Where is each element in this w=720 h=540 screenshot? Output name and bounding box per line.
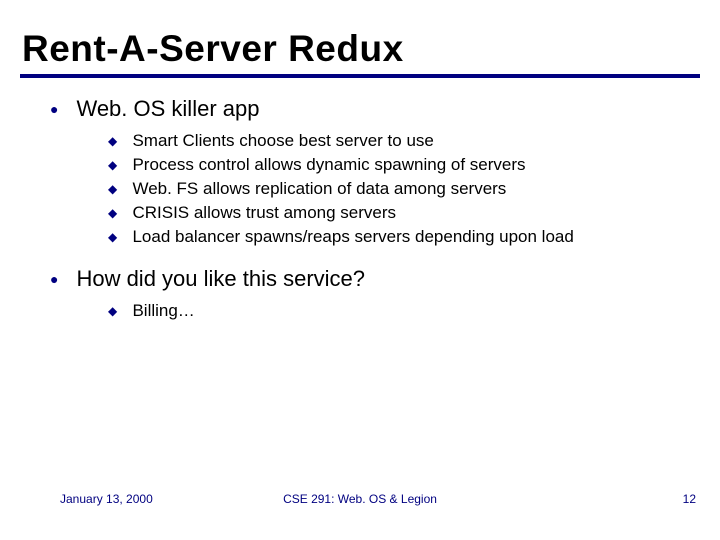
sub-bullet-text: Web. FS allows replication of data among… (132, 178, 506, 200)
bullet-level2: ◆ Web. FS allows replication of data amo… (108, 178, 700, 200)
diamond-icon: ◆ (108, 154, 128, 176)
sub-list: ◆ Billing… (108, 300, 700, 322)
bullet-level2: ◆ Load balancer spawns/reaps servers dep… (108, 226, 700, 248)
diamond-icon: ◆ (108, 300, 128, 322)
bullet-text: Web. OS killer app (76, 96, 259, 122)
sub-bullet-text: Load balancer spawns/reaps servers depen… (132, 226, 573, 248)
footer-center: CSE 291: Web. OS & Legion (0, 492, 720, 506)
sub-bullet-text: Billing… (132, 300, 194, 322)
sub-list: ◆ Smart Clients choose best server to us… (108, 130, 700, 248)
sub-bullet-text: Process control allows dynamic spawning … (132, 154, 525, 176)
sub-bullet-text: Smart Clients choose best server to use (132, 130, 433, 152)
diamond-icon: ◆ (108, 226, 128, 248)
diamond-icon: ◆ (108, 202, 128, 224)
bullet-level2: ◆ Billing… (108, 300, 700, 322)
footer-page-number: 12 (683, 492, 696, 506)
sub-bullet-text: CRISIS allows trust among servers (132, 202, 396, 224)
bullet-text: How did you like this service? (76, 266, 365, 292)
bullet-level2: ◆ Process control allows dynamic spawnin… (108, 154, 700, 176)
diamond-icon: ◆ (108, 178, 128, 200)
bullet-icon: ● (50, 96, 72, 122)
bullet-level2: ◆ Smart Clients choose best server to us… (108, 130, 700, 152)
slide-body: ● Web. OS killer app ◆ Smart Clients cho… (20, 96, 700, 322)
title-underline (20, 74, 700, 78)
diamond-icon: ◆ (108, 130, 128, 152)
slide: Rent-A-Server Redux ● Web. OS killer app… (0, 0, 720, 540)
slide-title: Rent-A-Server Redux (22, 28, 700, 70)
bullet-level1: ● How did you like this service? (50, 266, 700, 292)
bullet-level1: ● Web. OS killer app (50, 96, 700, 122)
bullet-icon: ● (50, 266, 72, 292)
bullet-level2: ◆ CRISIS allows trust among servers (108, 202, 700, 224)
